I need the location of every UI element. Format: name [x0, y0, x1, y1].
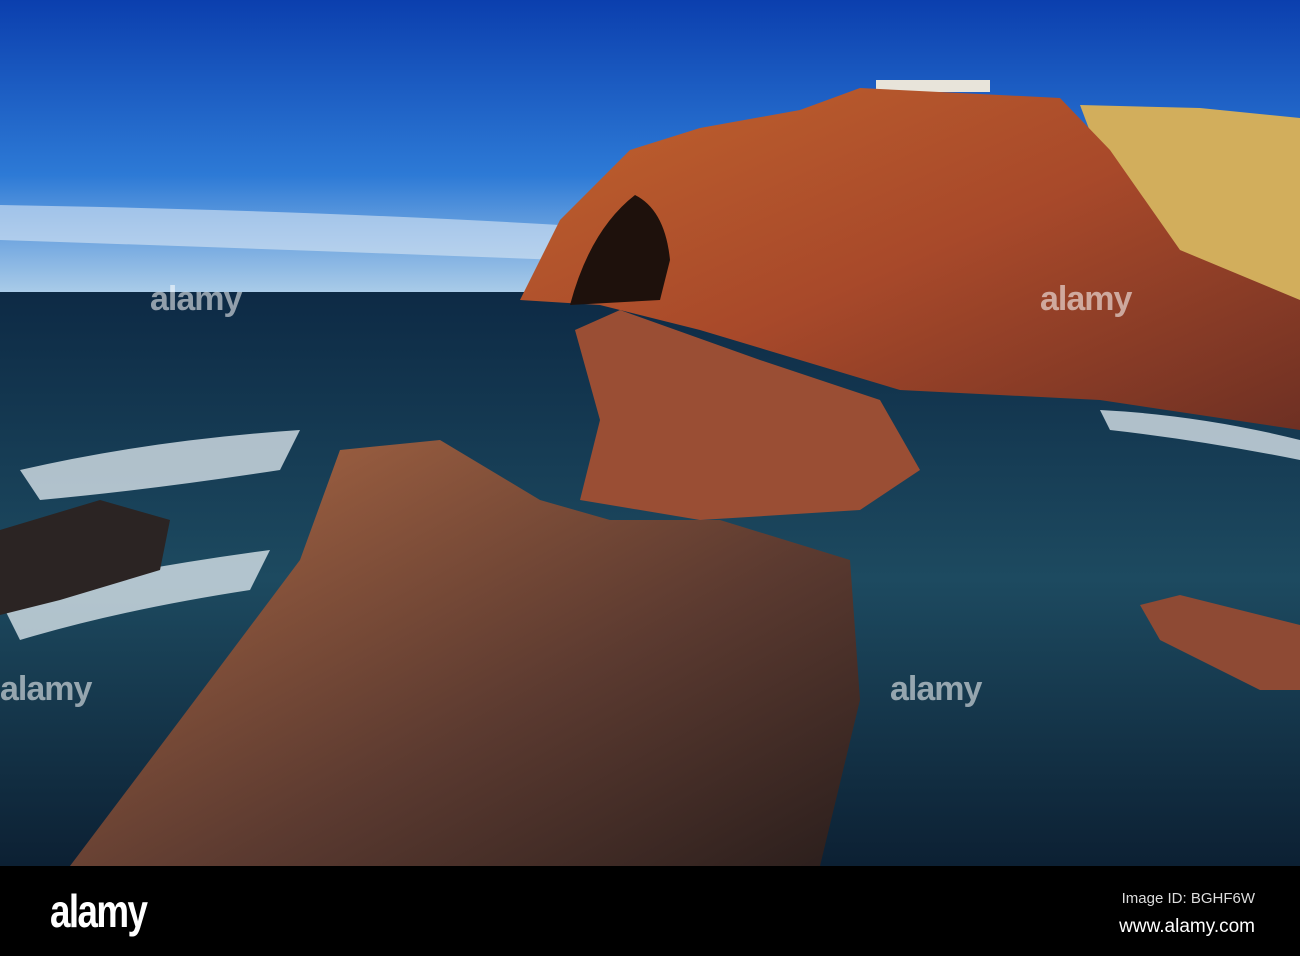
coastal-cliff-photo — [0, 0, 1300, 866]
footer-bar: alamy Image ID: BGHF6W www.alamy.com — [0, 866, 1300, 956]
watermark-text: alamy — [150, 280, 242, 318]
watermark-text: alamy — [0, 670, 92, 708]
alamy-logo: alamy — [50, 885, 148, 937]
watermark-text: alamy — [890, 670, 982, 708]
website-link[interactable]: www.alamy.com — [1119, 916, 1255, 938]
watermark-text: alamy — [1040, 280, 1132, 318]
image-id: Image ID: BGHF6W — [1121, 890, 1255, 907]
stock-photo: alamy alamy alamy alamy alamy Image ID: … — [0, 0, 1300, 956]
